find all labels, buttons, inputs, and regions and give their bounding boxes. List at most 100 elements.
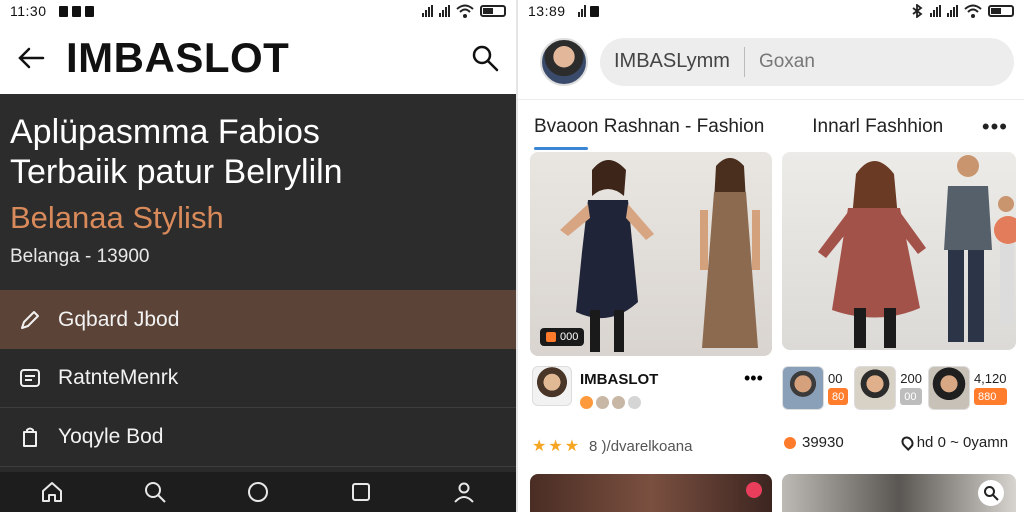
app-bar: IMBASLOT [0,22,516,94]
menu-item-label: Yoqyle Bod [58,425,164,448]
stats-row: 39930 hd 0 ~ 0yamn [784,434,1008,451]
more-icon[interactable]: ••• [982,114,1008,140]
nav-search[interactable] [140,477,170,507]
home-icon [41,482,62,502]
rating-row: ★ ★ ★ 8 )/dvarelkoana [532,436,692,456]
bag-icon [16,423,44,451]
system-icons [422,4,506,18]
wifi-icon [456,4,474,18]
search-icon [472,45,499,72]
rating-text: 8 )/dvarelkoana [589,437,693,455]
location-row: hd 0 ~ 0yamn [898,434,1009,451]
nav-home[interactable] [37,477,67,507]
signal-icon [439,5,450,17]
signal-icon [577,5,586,17]
author-name: IMBASLOT [580,370,659,388]
signal-icon [930,5,941,17]
menu-item-1[interactable]: Gqbard Jbod [0,290,516,349]
views-count: 39930 [802,434,844,451]
product-card-3[interactable] [530,474,772,512]
bluetooth-icon [912,4,923,18]
nav-circle[interactable] [243,477,273,507]
post-author-1[interactable]: IMBASLOT ••• [532,366,763,409]
notification-icon [71,5,81,17]
left-phone-screen: 11:30 IMBASLOT Aplüpasmma Fabios Terbaii… [0,0,516,512]
mini-avatar [927,366,970,410]
arrow-left-icon [18,47,45,69]
status-bar: 13:89 [518,0,1024,22]
hero-price: Belanga - 13900 [10,246,150,267]
status-bar: 11:30 [0,0,516,22]
mini-profile-1[interactable]: 00 80 [782,366,849,410]
battery-icon [480,5,506,17]
back-button[interactable] [14,41,48,75]
hero-title-line-2: Terbaiik patur Belryliln [10,153,343,191]
wifi-icon [964,4,982,18]
tab-fashion[interactable]: Bvaoon Rashnan - Fashion [534,116,764,150]
category-tabs: Bvaoon Rashnan - Fashion Innarl Fashhion… [518,104,1024,150]
mini-avatar [782,366,824,410]
menu-item-3[interactable]: Yoqyle Bod [0,408,516,467]
product-card-2[interactable] [782,152,1016,350]
hero-subtitle: Belanaa Stylish [10,200,224,235]
menu-list: Gqbard Jbod RatnteMenrk Yoqyle Bod [0,290,516,467]
search-button[interactable] [468,41,502,75]
fashion-photo [818,155,1016,348]
more-icon[interactable]: ••• [744,368,763,389]
notification-icon [58,5,68,17]
circle-icon [247,482,268,502]
signal-icon [947,5,958,17]
reaction-icons [580,396,641,409]
hero-banner: Aplüpasmma Fabios Terbaiik patur Belryli… [0,94,516,290]
search-placeholder: Goxan [758,50,815,72]
menu-item-label: Gqbard Jbod [58,307,180,331]
notification-icons [577,5,599,17]
notification-icon [84,5,94,17]
menu-item-label: RatnteMenrk [58,366,179,389]
star-icon: ★ [564,438,580,455]
author-avatar [532,366,572,406]
pencil-icon [16,306,44,334]
mini-profile-3[interactable]: 4,120 880 [927,366,1007,410]
product-card-4[interactable] [782,474,1016,512]
search-icon [984,486,999,501]
star-icon: ★ [548,438,563,455]
search-bar[interactable]: IMBASLymm Goxan [600,37,1014,86]
app-title: IMBASLOT [66,34,290,81]
heart-icon[interactable] [746,482,762,498]
notification-icon [589,5,599,17]
search-header: IMBASLymm Goxan [518,24,1024,100]
battery-icon [988,5,1014,17]
zoom-button[interactable] [978,480,1004,506]
fire-icon [784,436,796,449]
system-icons [910,4,1014,18]
star-icon: ★ [532,438,547,455]
location-text: hd 0 ~ 0yamn [916,434,1009,451]
fashion-photo [560,158,760,352]
notification-icons [58,5,94,17]
list-icon [16,364,44,392]
fire-icon [546,332,556,342]
right-phone-screen: 13:89 IMBASLymm Goxan Bvaoon Rashnan - F… [516,0,1024,512]
profile-icon [454,482,475,503]
square-icon [352,483,371,501]
menu-item-2[interactable]: RatnteMenrk [0,349,516,408]
status-time: 11:30 [10,3,47,19]
search-divider [743,46,745,77]
tab-fashion-2[interactable]: Innarl Fashhion [812,116,943,138]
mini-avatar [854,366,897,410]
mini-profile-2[interactable]: 200 00 [854,366,922,410]
bottom-nav [0,472,516,512]
search-icon [144,482,166,503]
location-pin-icon [898,434,916,451]
profile-avatar[interactable] [540,37,588,86]
status-time: 13:89 [528,3,566,19]
nav-square[interactable] [346,477,376,507]
signal-icon [422,5,433,17]
product-card-1[interactable]: 000 [530,152,772,356]
hero-title-line-1: Aplüpasmma Fabios [10,113,320,151]
card-badge: 000 [540,328,585,346]
search-query: IMBASLymm [614,50,730,72]
nav-profile[interactable] [449,477,479,507]
mini-profiles: 00 80 200 00 4,120 880 [782,366,1007,410]
